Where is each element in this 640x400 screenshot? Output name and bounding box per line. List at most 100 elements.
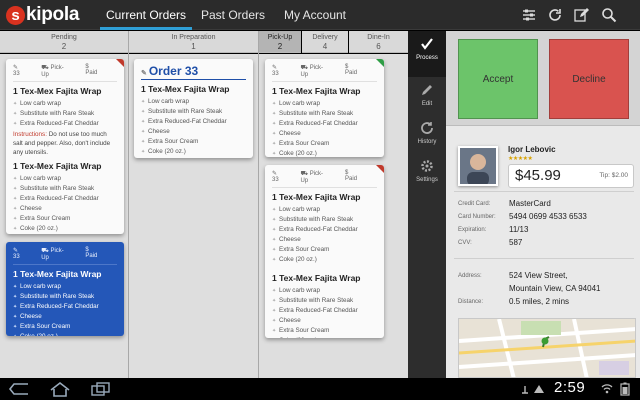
column-label: Pending bbox=[51, 34, 77, 41]
column-label: Delivery bbox=[312, 34, 338, 41]
distance-value: 0.5 miles, 2 mins bbox=[509, 297, 570, 306]
item-modifier: Extra Reduced-Fat Cheddar bbox=[272, 119, 377, 129]
column-divider bbox=[258, 31, 259, 378]
compose-icon[interactable] bbox=[573, 7, 589, 23]
order-method: ⛟ Pick-Up bbox=[41, 248, 64, 261]
search-icon[interactable] bbox=[601, 7, 617, 23]
location-map[interactable] bbox=[458, 318, 636, 378]
item-modifier: Substitute with Rare Steak bbox=[272, 215, 377, 225]
app-window: s kipola Current Orders Past Orders My A… bbox=[0, 0, 640, 400]
item-modifier: Cheese bbox=[141, 127, 246, 137]
back-icon[interactable] bbox=[8, 382, 30, 396]
credit-card-value: MasterCard bbox=[509, 199, 551, 208]
accept-button[interactable]: Accept bbox=[458, 39, 538, 119]
card-number-value: 5494 0699 4533 6533 bbox=[509, 212, 587, 221]
order-meta: ✎ 33 ⛟ Pick-Up $ Paid bbox=[13, 247, 117, 265]
order-total: $45.99 Tip: $2.00 bbox=[508, 164, 634, 188]
order-card-in-preparation[interactable]: ✎ Order 33 1 Tex-Mex Fajita Wrap Low car… bbox=[134, 59, 253, 158]
priority-flag bbox=[116, 59, 124, 67]
order-title: ✎ Order 33 bbox=[141, 64, 246, 80]
order-card[interactable]: ✎ 33 ⛟ Pick-Up $ Paid 1 Tex-Mex Fajita W… bbox=[265, 165, 384, 338]
item-modifier: Low carb wrap bbox=[272, 99, 377, 109]
status-flag bbox=[376, 59, 384, 67]
item-title: 1 Tex-Mex Fajita Wrap bbox=[13, 161, 102, 171]
column-header-dine-in[interactable]: Dine-In 6 bbox=[349, 31, 408, 53]
column-count: 6 bbox=[376, 42, 381, 51]
address-label: Address: bbox=[458, 273, 482, 279]
check-icon bbox=[421, 38, 433, 50]
customer-name: Igor Lebovic bbox=[508, 145, 556, 154]
item-modifier: Extra Sour Cream bbox=[272, 326, 377, 336]
item-title: 1 Tex-Mex Fajita Wrap bbox=[272, 273, 361, 283]
order-method: ⛟ Pick-Up bbox=[300, 171, 324, 184]
item-modifier: Low carb wrap bbox=[13, 99, 117, 109]
item-modifier: Substitute with Rare Steak bbox=[13, 292, 117, 302]
item-modifier: Extra Reduced-Fat Cheddar bbox=[272, 306, 377, 316]
item-modifier: Low carb wrap bbox=[13, 174, 117, 184]
item-modifier: Extra Reduced-Fat Cheddar bbox=[272, 225, 377, 235]
item-modifier: Substitute with Rare Steak bbox=[13, 109, 117, 119]
order-number: ✎ 33 bbox=[272, 65, 279, 77]
item-modifier: Cheese bbox=[272, 316, 377, 326]
item-title: 1 Tex-Mex Fajita Wrap bbox=[13, 269, 102, 279]
system-navigation-bar: 2:59 bbox=[0, 378, 640, 400]
column-count: 2 bbox=[277, 42, 283, 51]
wifi-icon bbox=[601, 384, 613, 394]
refresh-icon[interactable] bbox=[547, 7, 563, 23]
item-title: 1 Tex-Mex Fajita Wrap bbox=[13, 86, 102, 96]
item-modifier: Coke (20 oz.) bbox=[272, 255, 377, 265]
column-label: Dine-In bbox=[367, 34, 390, 41]
column-header-in-preparation[interactable]: In Preparation 1 bbox=[129, 31, 258, 53]
gear-icon bbox=[421, 160, 433, 172]
item-modifier: Extra Reduced-Fat Cheddar bbox=[13, 194, 117, 204]
column-header-delivery[interactable]: Delivery 4 bbox=[302, 31, 348, 53]
item-modifier: Cheese bbox=[272, 235, 377, 245]
order-card[interactable]: ✎ 33 ⛟ Pick-Up $ Paid 1 Tex-Mex Fajita W… bbox=[6, 59, 124, 234]
sliders-icon[interactable] bbox=[521, 7, 537, 23]
item-modifier: Extra Sour Cream bbox=[13, 214, 117, 224]
credit-card-label: Credit Card: bbox=[458, 201, 491, 207]
sidebar-item-settings[interactable]: Settings bbox=[408, 153, 446, 199]
top-action-bar: s kipola Current Orders Past Orders My A… bbox=[0, 0, 640, 30]
order-number: ✎ 33 bbox=[13, 65, 20, 77]
system-clock: 2:59 bbox=[554, 379, 586, 396]
order-card-selected[interactable]: ✎ 33 ⛟ Pick-Up $ Paid 1 Tex-Mex Fajita W… bbox=[6, 242, 124, 336]
sidebar-label: Process bbox=[416, 55, 438, 61]
item-modifier: Cheese bbox=[272, 129, 377, 139]
item-modifier: Substitute with Rare Steak bbox=[272, 296, 377, 306]
cvv-label: CVV: bbox=[458, 240, 472, 246]
tab-current-orders[interactable]: Current Orders bbox=[100, 0, 192, 30]
order-payment: $ Paid bbox=[345, 64, 358, 76]
item-modifier: Low carb wrap bbox=[272, 286, 377, 296]
address-line1: 524 View Street, bbox=[509, 271, 568, 280]
tab-my-account[interactable]: My Account bbox=[276, 0, 354, 30]
card-number-label: Card Number: bbox=[458, 214, 496, 220]
sidebar-item-process[interactable]: Process bbox=[408, 31, 446, 77]
item-modifier: Extra Sour Cream bbox=[272, 245, 377, 255]
item-modifier: Coke (20 oz.) bbox=[13, 224, 117, 234]
decline-button[interactable]: Decline bbox=[549, 39, 629, 119]
item-modifier: Low carb wrap bbox=[272, 205, 377, 215]
cvv-value: 587 bbox=[509, 238, 523, 247]
item-modifier: Coke (20 oz.) bbox=[272, 149, 377, 157]
item-modifier: Extra Sour Cream bbox=[141, 137, 246, 147]
tab-past-orders[interactable]: Past Orders bbox=[194, 0, 272, 30]
amount-value: $45.99 bbox=[515, 167, 561, 184]
item-modifier: Extra Sour Cream bbox=[272, 139, 377, 149]
column-header-pending[interactable]: Pending 2 bbox=[0, 31, 128, 53]
item-title: 1 Tex-Mex Fajita Wrap bbox=[272, 192, 361, 202]
item-title: 1 Tex-Mex Fajita Wrap bbox=[272, 86, 361, 96]
recent-apps-icon[interactable] bbox=[90, 381, 112, 397]
home-icon[interactable] bbox=[48, 381, 72, 397]
item-modifier: Coke (20 oz.) bbox=[141, 147, 246, 157]
status-icons bbox=[522, 385, 544, 394]
order-payment: $ Paid bbox=[85, 247, 98, 259]
item-modifier: Low carb wrap bbox=[13, 282, 117, 292]
order-payment: $ Paid bbox=[345, 170, 358, 182]
column-header-pick-up[interactable]: Pick-Up 2 bbox=[259, 31, 301, 53]
order-card[interactable]: ✎ 33 ⛟ Pick-Up $ Paid 1 Tex-Mex Fajita W… bbox=[265, 59, 384, 157]
distance-label: Distance: bbox=[458, 299, 484, 305]
sidebar-label: Edit bbox=[421, 101, 433, 107]
column-count: 1 bbox=[191, 42, 196, 51]
order-meta: ✎ 33 ⛟ Pick-Up $ Paid bbox=[13, 64, 117, 82]
